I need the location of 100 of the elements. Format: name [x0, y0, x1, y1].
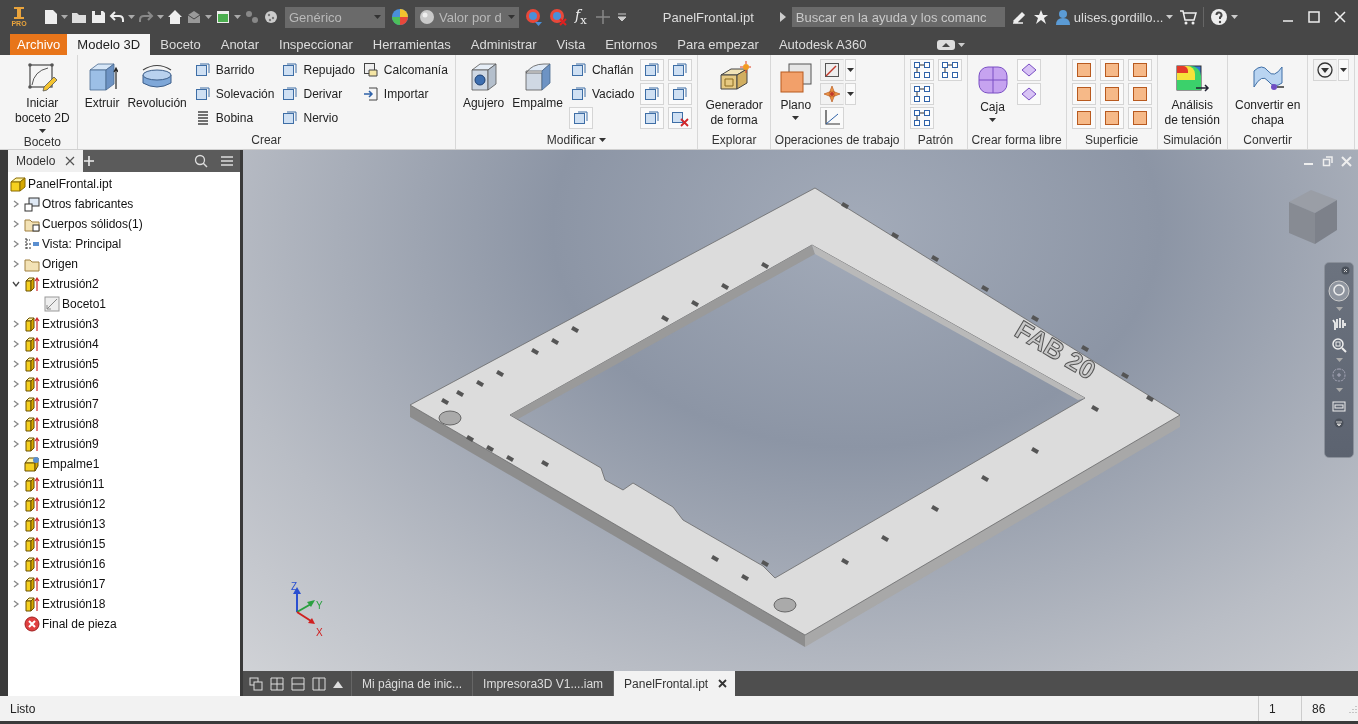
envelope-icon[interactable]	[186, 9, 202, 25]
ribbon-button[interactable]: Iniciar boceto 2D	[13, 59, 72, 135]
zoom-icon[interactable]	[1331, 337, 1347, 353]
add-tab-icon[interactable]	[83, 155, 96, 167]
up-arrow-icon[interactable]	[333, 679, 343, 688]
tree-item[interactable]: Extrusión6	[42, 377, 99, 391]
tree-item[interactable]: Extrusión3	[42, 317, 99, 331]
expand-icon[interactable]	[12, 560, 20, 568]
ribbon-button[interactable]: Bobina	[192, 107, 277, 129]
tree-item[interactable]: Final de pieza	[42, 617, 117, 631]
ribbon-tab[interactable]: Para empezar	[667, 34, 769, 55]
tree-item[interactable]: Extrusión12	[42, 497, 106, 511]
save-icon[interactable]	[90, 9, 106, 25]
tree-item[interactable]: Extrusión13	[42, 517, 106, 531]
tree-item[interactable]: Extrusión15	[42, 537, 106, 551]
undo-icon[interactable]	[109, 9, 125, 25]
cascade-icon[interactable]	[249, 676, 263, 691]
expand-icon[interactable]	[12, 200, 20, 208]
expand-icon[interactable]	[12, 520, 20, 528]
tree-item[interactable]: Extrusión16	[42, 557, 106, 571]
ribbon-button[interactable]: Generador de forma	[703, 59, 765, 130]
tree-item[interactable]: Extrusión11	[42, 477, 105, 491]
search-icon[interactable]	[194, 154, 208, 168]
icon-button[interactable]	[909, 59, 934, 81]
panel-toggle-icon[interactable]	[936, 38, 957, 51]
icon-button[interactable]	[937, 59, 962, 81]
icon-button[interactable]	[640, 59, 665, 81]
menu-icon[interactable]	[1334, 418, 1344, 428]
expand-icon[interactable]	[12, 400, 20, 408]
ribbon-tab[interactable]: Inspeccionar	[269, 34, 363, 55]
dropdown-button[interactable]	[844, 59, 856, 81]
user-icon[interactable]	[1054, 9, 1071, 25]
ribbon-tab[interactable]: Modelo 3D	[67, 34, 151, 55]
expand-icon[interactable]	[12, 220, 20, 228]
menu-icon[interactable]	[616, 12, 627, 22]
tree-item[interactable]: Boceto1	[62, 297, 107, 311]
ribbon-button[interactable]: Calcomanía	[360, 59, 450, 81]
tree-item[interactable]: Extrusión9	[42, 437, 99, 451]
search-field[interactable]: Buscar en la ayuda y los comanc	[791, 7, 1005, 27]
close-icon[interactable]	[718, 679, 728, 688]
home-icon[interactable]	[167, 9, 183, 25]
ribbon-button[interactable]: Vaciado	[568, 83, 637, 105]
expand-icon[interactable]	[12, 340, 20, 348]
horizontal-split-icon[interactable]	[291, 676, 305, 691]
ribbon-button[interactable]: Importar	[360, 83, 450, 105]
ribbon-button[interactable]: Revolución	[125, 59, 189, 113]
tree-item[interactable]: Extrusión7	[42, 397, 99, 411]
ribbon-button[interactable]: Derivar	[280, 83, 357, 105]
appearance-icon[interactable]	[525, 8, 543, 26]
dots-icon[interactable]	[244, 9, 260, 25]
ribbon-button[interactable]: Solevación	[192, 83, 277, 105]
expand-icon[interactable]	[779, 12, 786, 22]
expand-icon[interactable]	[12, 420, 20, 428]
dropdown-button[interactable]	[844, 83, 856, 105]
ribbon-tab[interactable]: Vista	[546, 34, 596, 55]
expand-icon[interactable]	[12, 540, 20, 548]
vertical-split-icon[interactable]	[312, 676, 326, 691]
expand-icon[interactable]	[12, 580, 20, 588]
ribbon-button[interactable]: Análisis de tensión	[1162, 59, 1222, 130]
caret-icon[interactable]	[1166, 15, 1174, 19]
icon-button[interactable]	[819, 59, 844, 81]
tree-item[interactable]: Empalme1	[42, 457, 100, 471]
cart-icon[interactable]	[1179, 9, 1198, 25]
dropdown-button[interactable]	[1338, 59, 1350, 81]
ribbon-button[interactable]: Repujado	[280, 59, 357, 81]
icon-button[interactable]	[568, 107, 593, 129]
tree-item[interactable]: Origen	[42, 257, 79, 271]
ribbon-tab[interactable]: Administrar	[460, 34, 547, 55]
ribbon-tab[interactable]: Boceto	[150, 34, 211, 55]
icon-button[interactable]	[909, 107, 934, 129]
tree-item[interactable]: PanelFrontal.ipt	[28, 177, 113, 191]
ribbon-button[interactable]: Plano	[775, 59, 816, 122]
expand-icon[interactable]	[12, 320, 20, 328]
ribbon-tab[interactable]: Autodesk A360	[768, 34, 877, 55]
document-tab[interactable]: PanelFrontal.ipt	[613, 671, 736, 696]
icon-button[interactable]	[668, 107, 693, 129]
expand-icon[interactable]	[12, 500, 20, 508]
star-icon[interactable]	[1032, 9, 1049, 25]
redo-icon[interactable]	[138, 9, 154, 25]
ribbon-button[interactable]: Extruir	[82, 59, 122, 113]
close-icon[interactable]	[1341, 266, 1350, 275]
tree-item[interactable]: Vista: Principal	[42, 237, 122, 251]
window-icon[interactable]	[215, 9, 231, 25]
clear-appearance-icon[interactable]	[549, 8, 567, 26]
ribbon-tab[interactable]: Entornos	[595, 34, 668, 55]
ribbon-tab[interactable]: Anotar	[210, 34, 270, 55]
ribbon-button[interactable]: Convertir en chapa	[1232, 59, 1303, 130]
tree-item[interactable]: Extrusión2	[42, 277, 99, 291]
expand-icon[interactable]	[12, 480, 20, 488]
browser-tab[interactable]: Modelo	[8, 150, 84, 172]
tree-item[interactable]: Extrusión17	[42, 577, 106, 591]
icon-button[interactable]	[909, 83, 934, 105]
ribbon-tab[interactable]: Herramientas	[362, 34, 461, 55]
icon-button[interactable]	[640, 107, 665, 129]
caret-icon[interactable]	[1231, 15, 1239, 19]
caret-icon[interactable]	[958, 42, 966, 47]
ribbon-button[interactable]: Agujero	[460, 59, 507, 113]
color-wheel-icon[interactable]	[391, 8, 409, 26]
steering-wheel-icon[interactable]	[1328, 280, 1350, 302]
tree-item[interactable]: Extrusión4	[42, 337, 99, 351]
